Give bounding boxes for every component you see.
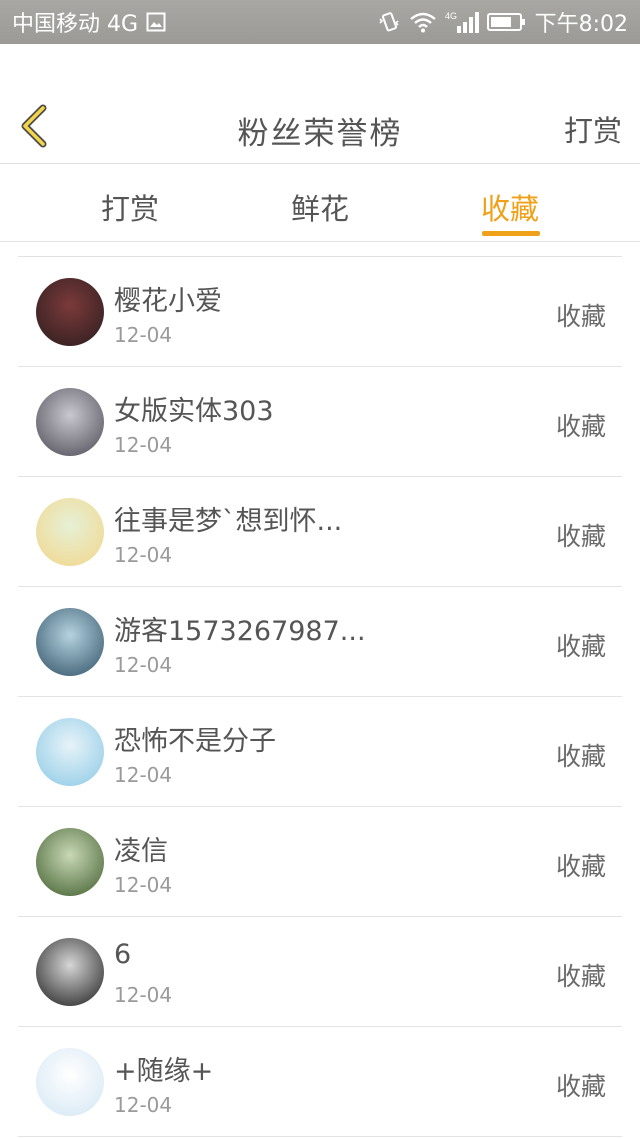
wifi-icon [409, 11, 437, 33]
user-name: 恐怖不是分子 [114, 726, 276, 757]
item-action-label: 收藏 [555, 632, 606, 661]
avatar [36, 718, 104, 786]
tab-flowers[interactable]: 鲜花 [250, 186, 390, 228]
list-item[interactable]: 凌信 12-04 收藏 [18, 807, 622, 917]
fan-list: 樱花小爱 12-04 收藏 女版实体303 12-04 收藏 往事是梦ˋ想到怀.… [18, 257, 622, 1137]
image-notification-icon [146, 12, 166, 32]
user-name: 6 [114, 939, 132, 970]
user-name: 女版实体303 [114, 396, 274, 427]
clock-label: 下午8:02 [534, 12, 628, 37]
list-item[interactable]: +随缘+ 12-04 收藏 [18, 1027, 622, 1137]
item-action-label: 收藏 [555, 962, 606, 991]
list-item[interactable]: 恐怖不是分子 12-04 收藏 [18, 697, 622, 807]
item-date: 12-04 [114, 323, 173, 347]
item-date: 12-04 [114, 1093, 173, 1117]
avatar [36, 278, 104, 346]
network-badge: 4G [445, 11, 457, 21]
list-item[interactable]: 樱花小爱 12-04 收藏 [18, 257, 622, 367]
battery-icon [486, 11, 527, 33]
item-action-label: 收藏 [555, 522, 606, 551]
item-date: 12-04 [114, 763, 173, 787]
item-date: 12-04 [114, 543, 173, 567]
user-name: 樱花小爱 [114, 286, 222, 317]
item-date: 12-04 [114, 433, 173, 457]
user-name: 凌信 [114, 836, 168, 867]
vibrate-icon [377, 10, 401, 34]
item-date: 12-04 [114, 873, 173, 897]
user-name: 游客1573267987... [114, 616, 366, 647]
item-date: 12-04 [114, 983, 173, 1007]
item-action-label: 收藏 [555, 852, 606, 881]
avatar [36, 498, 104, 566]
item-action-label: 收藏 [555, 302, 606, 331]
tab-bar: 打赏 鲜花 收藏 [0, 164, 640, 242]
avatar [36, 938, 104, 1006]
active-tab-indicator [482, 231, 540, 236]
page-title: 粉丝荣誉榜 [237, 116, 403, 152]
nav-bar: 粉丝荣誉榜 打赏 [0, 44, 640, 164]
avatar [36, 828, 104, 896]
carrier-label: 中国移动 4G [12, 12, 139, 37]
list-item[interactable]: 游客1573267987... 12-04 收藏 [18, 587, 622, 697]
avatar [36, 1048, 104, 1116]
item-date: 12-04 [114, 653, 173, 677]
list-item[interactable]: 往事是梦ˋ想到怀... 12-04 收藏 [18, 477, 622, 587]
user-name: 往事是梦ˋ想到怀... [114, 506, 343, 537]
item-action-label: 收藏 [555, 412, 606, 441]
reward-button[interactable]: 打赏 [564, 108, 622, 150]
avatar [36, 608, 104, 676]
list-item[interactable]: 6 12-04 收藏 [18, 917, 622, 1027]
list-item[interactable]: 女版实体303 12-04 收藏 [18, 367, 622, 477]
item-action-label: 收藏 [555, 1072, 606, 1101]
tab-favorites[interactable]: 收藏 [440, 186, 580, 228]
status-bar: 中国移动 4G 4G 下午8:02 [0, 0, 640, 44]
tab-reward[interactable]: 打赏 [60, 186, 200, 228]
item-action-label: 收藏 [555, 742, 606, 771]
signal-icon: 4G [445, 10, 479, 34]
avatar [36, 388, 104, 456]
user-name: +随缘+ [114, 1056, 214, 1087]
